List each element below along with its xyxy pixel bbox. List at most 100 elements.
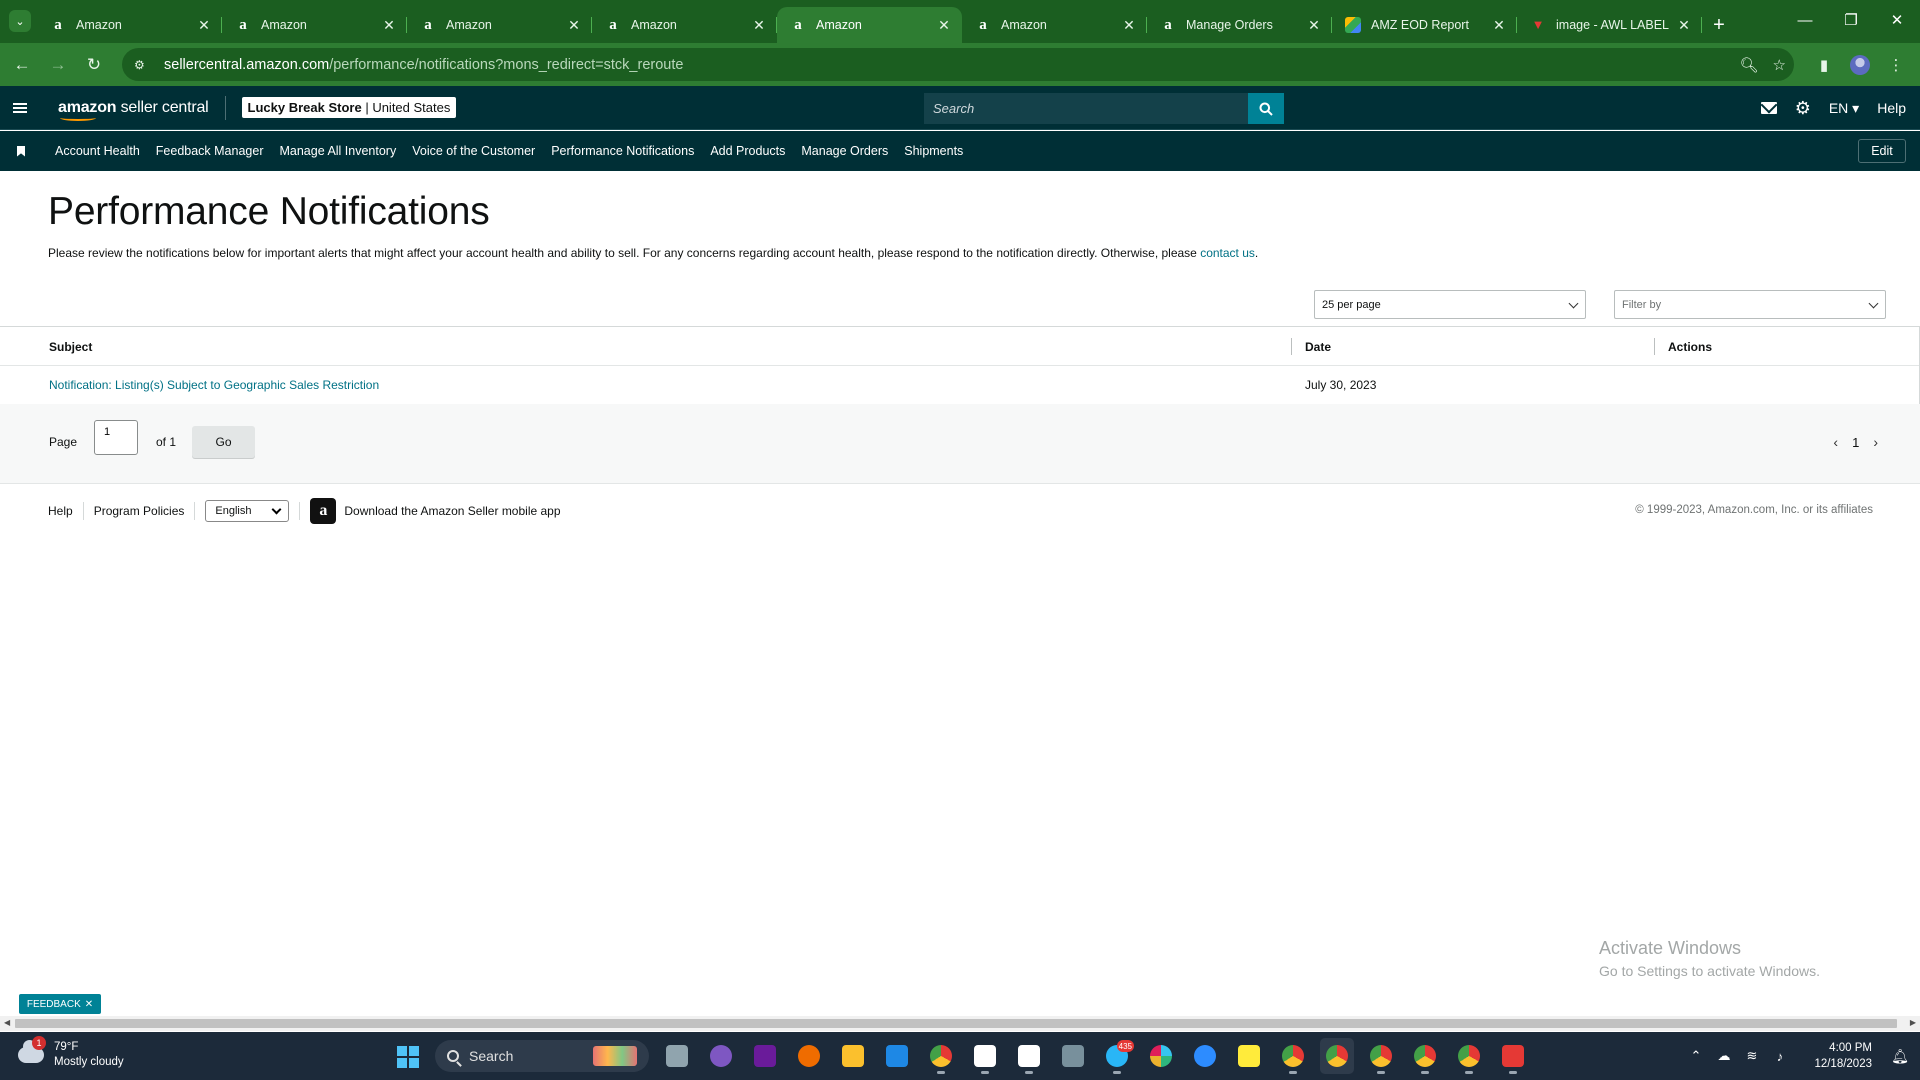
nav-link-voice-of-customer[interactable]: Voice of the Customer — [412, 144, 535, 158]
nzxt-icon[interactable] — [748, 1038, 782, 1074]
go-button[interactable]: Go — [192, 426, 255, 458]
mobile-app-link[interactable]: Download the Amazon Seller mobile app — [344, 504, 560, 518]
task-view-icon[interactable] — [660, 1038, 694, 1074]
onedrive-icon[interactable]: ☁ — [1710, 1048, 1738, 1064]
browser-tab[interactable]: a Amazon ✕ — [407, 7, 592, 43]
chart-app-icon[interactable] — [1012, 1038, 1046, 1074]
site-settings-icon[interactable]: ⚙ — [134, 58, 150, 72]
edit-bookmarks-button[interactable]: Edit — [1858, 139, 1906, 163]
nav-link-account-health[interactable]: Account Health — [55, 144, 140, 158]
star-icon[interactable]: ☆ — [1773, 56, 1786, 74]
nav-link-manage-orders[interactable]: Manage Orders — [801, 144, 888, 158]
scroll-right-icon[interactable]: ▶ — [1910, 1018, 1916, 1027]
tab-search-button[interactable]: ⌄ — [9, 10, 31, 32]
clock[interactable]: 4:00 PM 12/18/2023 — [1794, 1040, 1872, 1072]
browser-tab-active[interactable]: a Amazon ✕ — [777, 7, 962, 43]
new-tab-button[interactable]: + — [1704, 7, 1734, 43]
store-switcher[interactable]: Lucky Break Store | United States — [241, 97, 457, 118]
window-close-button[interactable]: ✕ — [1874, 0, 1920, 40]
meet-icon[interactable] — [704, 1038, 738, 1074]
chart-app-icon[interactable] — [968, 1038, 1002, 1074]
seller-central-logo[interactable]: amazon seller central — [58, 99, 209, 121]
telegram-icon[interactable]: 435 — [1100, 1038, 1134, 1074]
browser-tab[interactable]: a Amazon ✕ — [222, 7, 407, 43]
chrome-profile-icon[interactable] — [1364, 1038, 1398, 1074]
windows-start-button[interactable] — [397, 1046, 419, 1068]
notification-bell-icon[interactable]: 🔔︎ — [1886, 1048, 1914, 1065]
close-icon[interactable]: ✕ — [85, 999, 93, 1010]
reload-button[interactable]: ↻ — [76, 47, 112, 83]
browser-tab[interactable]: . AMZ EOD Report ✕ — [1332, 7, 1517, 43]
address-bar[interactable]: ⚙ sellercentral.amazon.com/performance/n… — [122, 48, 1794, 81]
per-page-select[interactable]: 25 per page — [1314, 290, 1586, 319]
scroll-left-icon[interactable]: ◀ — [4, 1018, 10, 1027]
nav-link-shipments[interactable]: Shipments — [904, 144, 963, 158]
contact-us-link[interactable]: contact us — [1200, 246, 1255, 260]
notification-subject-link[interactable]: Notification: Listing(s) Subject to Geog… — [49, 378, 379, 392]
filter-select[interactable]: Filter by — [1614, 290, 1886, 319]
sync-icon[interactable] — [792, 1038, 826, 1074]
gear-icon[interactable]: ⚙ — [1795, 98, 1811, 119]
zoom-icon[interactable]: 🔍︎ — [1740, 56, 1759, 74]
calculator-icon[interactable] — [1056, 1038, 1090, 1074]
volume-icon[interactable]: ♪ — [1766, 1049, 1794, 1064]
back-button[interactable]: ← — [4, 47, 40, 83]
close-icon[interactable]: ✕ — [1491, 17, 1507, 34]
horizontal-scrollbar[interactable]: ◀ ▶ — [0, 1016, 1920, 1031]
forward-button[interactable]: → — [40, 47, 76, 83]
chrome-profile-icon[interactable] — [1408, 1038, 1442, 1074]
mail-icon[interactable] — [1760, 102, 1777, 114]
footer-language-select[interactable]: English — [205, 500, 290, 522]
close-icon[interactable]: ✕ — [751, 17, 767, 34]
chrome-icon[interactable] — [924, 1038, 958, 1074]
search-button[interactable] — [1248, 93, 1284, 124]
program-policies-link[interactable]: Program Policies — [94, 504, 185, 518]
footer-help-link[interactable]: Help — [48, 504, 73, 518]
close-icon[interactable]: ✕ — [381, 17, 397, 34]
minimize-button[interactable]: — — [1782, 0, 1828, 40]
column-header-subject[interactable]: Subject — [49, 327, 92, 366]
close-icon[interactable]: ✕ — [566, 17, 582, 34]
nav-link-feedback-manager[interactable]: Feedback Manager — [156, 144, 264, 158]
chevron-up-icon[interactable]: ⌃ — [1682, 1048, 1710, 1064]
page-number-input[interactable] — [94, 420, 138, 455]
browser-tab[interactable]: a Amazon ✕ — [592, 7, 777, 43]
slack-icon[interactable] — [1144, 1038, 1178, 1074]
browser-tab[interactable]: a Amazon ✕ — [37, 7, 222, 43]
page-number-link[interactable]: 1 — [1852, 435, 1859, 450]
close-icon[interactable]: ✕ — [1676, 17, 1692, 34]
nav-link-add-products[interactable]: Add Products — [710, 144, 785, 158]
close-icon[interactable]: ✕ — [936, 17, 952, 34]
weather-widget[interactable]: 1 79°F Mostly cloudy — [18, 1036, 124, 1070]
sticky-notes-icon[interactable] — [1232, 1038, 1266, 1074]
chevron-left-icon[interactable]: ‹ — [1833, 434, 1838, 450]
scrollbar-thumb[interactable] — [15, 1019, 1897, 1028]
help-link[interactable]: Help — [1877, 100, 1906, 116]
browser-tab[interactable]: a Amazon ✕ — [962, 7, 1147, 43]
feedback-button[interactable]: FEEDBACK ✕ — [19, 994, 101, 1014]
nav-link-manage-all-inventory[interactable]: Manage All Inventory — [279, 144, 396, 158]
close-icon[interactable]: ✕ — [1121, 17, 1137, 34]
file-explorer-icon[interactable] — [836, 1038, 870, 1074]
bookmark-icon[interactable] — [17, 145, 25, 157]
taskbar-search[interactable]: Search — [435, 1040, 649, 1072]
hamburger-menu-button[interactable] — [0, 86, 40, 130]
search-input[interactable] — [924, 93, 1248, 124]
chrome-profile-icon[interactable] — [1320, 1038, 1354, 1074]
url-text[interactable]: sellercentral.amazon.com/performance/not… — [164, 57, 683, 73]
chrome-profile-icon[interactable] — [1276, 1038, 1310, 1074]
chevron-right-icon[interactable]: › — [1873, 434, 1878, 450]
side-panel-icon[interactable]: ▮ — [1808, 49, 1840, 81]
browser-tab[interactable]: a Manage Orders ✕ — [1147, 7, 1332, 43]
zoom-icon[interactable] — [1188, 1038, 1222, 1074]
nav-link-performance-notifications[interactable]: Performance Notifications — [551, 144, 694, 158]
column-header-date[interactable]: Date — [1290, 327, 1331, 366]
browser-tab[interactable]: ▼ image - AWL LABEL ✕ — [1517, 7, 1702, 43]
close-icon[interactable]: ✕ — [196, 17, 212, 34]
calendar-icon[interactable] — [880, 1038, 914, 1074]
language-selector[interactable]: EN ▾ — [1829, 100, 1859, 117]
close-icon[interactable]: ✕ — [1306, 17, 1322, 34]
seller-app-icon[interactable]: a — [310, 498, 337, 524]
restore-button[interactable]: ❐ — [1828, 0, 1874, 40]
chrome-profile-icon[interactable] — [1452, 1038, 1486, 1074]
